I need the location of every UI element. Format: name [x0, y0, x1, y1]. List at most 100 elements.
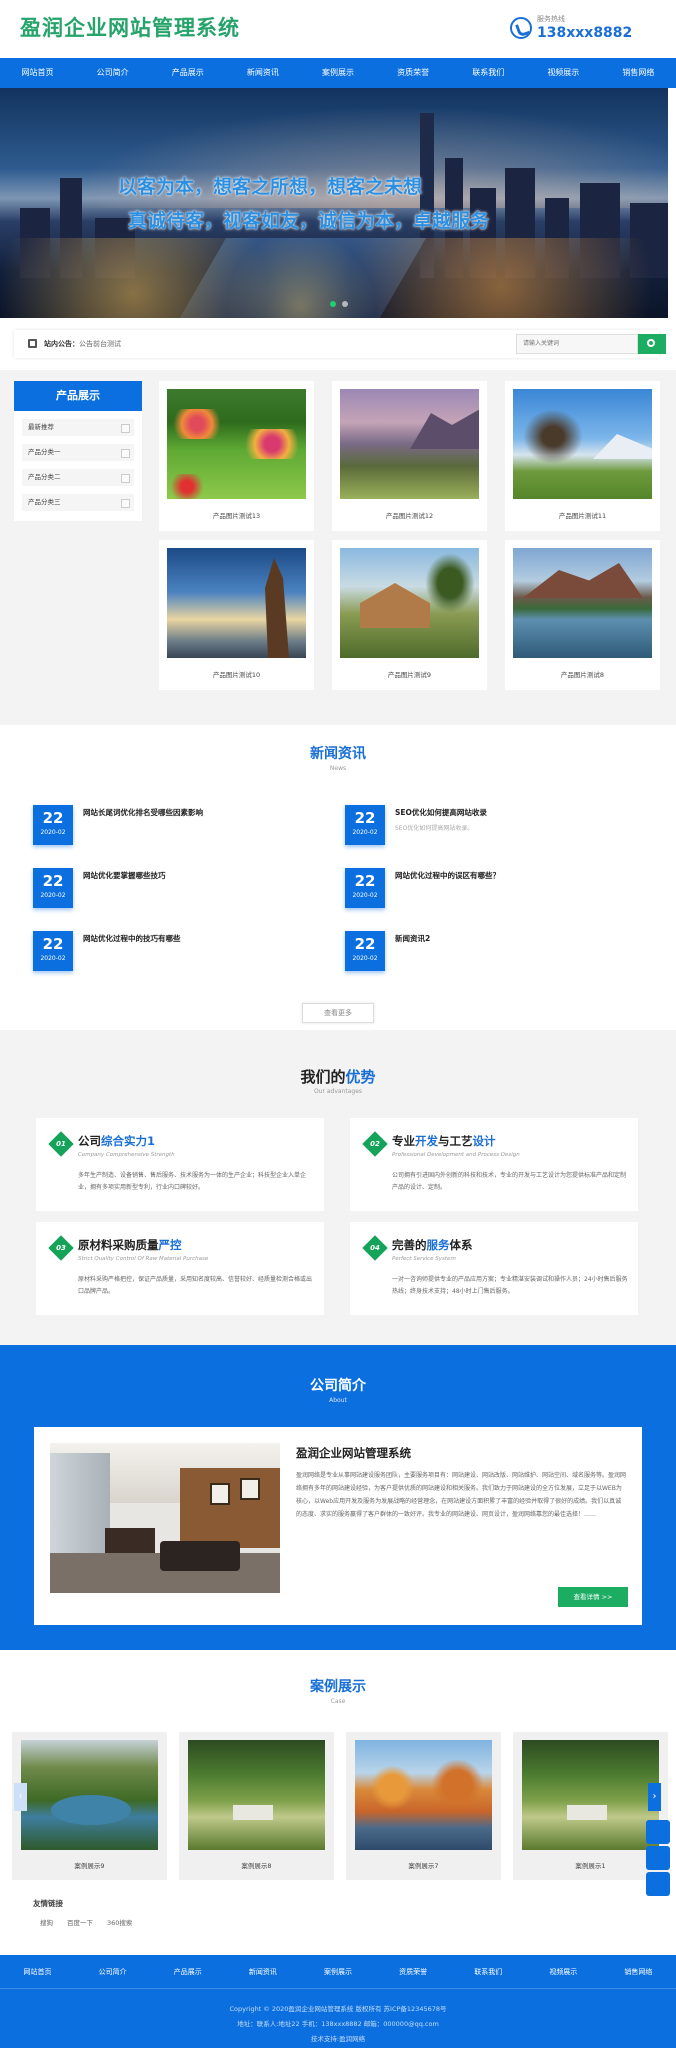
footer-copyright: Copyright © 2020盈润企业网站管理系统 版权所有 苏ICP备123…: [229, 2005, 447, 2013]
product-card[interactable]: 产品图片测试8: [505, 540, 660, 690]
nav-news[interactable]: 新闻资讯: [225, 58, 300, 88]
banner-dot-2[interactable]: [342, 301, 348, 307]
news-item[interactable]: 22 2020-02 网站优化过程中的技巧有哪些: [33, 931, 323, 979]
product-category-1[interactable]: 产品分类一: [22, 444, 134, 461]
footer-nav-cases[interactable]: 案例展示: [300, 1967, 375, 1977]
news-item-title[interactable]: 新闻资讯2: [395, 933, 430, 944]
footer-nav-news[interactable]: 新闻资讯: [225, 1967, 300, 1977]
news-more-button[interactable]: 查看更多: [302, 1003, 374, 1023]
case-image[interactable]: [522, 1740, 659, 1850]
product-card[interactable]: 产品图片测试13: [159, 381, 314, 531]
footer-nav-about[interactable]: 公司简介: [75, 1967, 150, 1977]
advantages-subtitle: Our advantages: [313, 1088, 363, 1095]
footer-nav-products[interactable]: 产品展示: [150, 1967, 225, 1977]
footer-nav-videos[interactable]: 视频展示: [526, 1967, 601, 1977]
product-image[interactable]: [167, 548, 306, 658]
product-caption[interactable]: 产品图片测试8: [505, 669, 660, 679]
product-image[interactable]: [340, 389, 479, 499]
main-nav: 网站首页 公司简介 产品展示 新闻资讯 案例展示 资质荣誉 联系我们 视频展示 …: [0, 58, 676, 88]
news-item-title[interactable]: 网站优化过程中的技巧有哪些: [83, 933, 181, 944]
footer-divider: [0, 1988, 676, 1989]
news-item-title[interactable]: 网站长尾词优化排名受哪些因素影响: [83, 807, 203, 818]
nav-honors[interactable]: 资质荣誉: [376, 58, 451, 88]
nav-about[interactable]: 公司简介: [75, 58, 150, 88]
cases-subtitle: Case: [330, 1698, 346, 1705]
product-category-latest[interactable]: 最新推荐: [22, 419, 134, 436]
case-image[interactable]: [21, 1740, 158, 1850]
news-title: 新闻资讯: [310, 746, 366, 762]
footer-nav-sales-network[interactable]: 销售网络: [601, 1967, 676, 1977]
news-item[interactable]: 22 2020-02 新闻资讯2: [345, 931, 635, 979]
phone-float-icon[interactable]: [646, 1846, 670, 1870]
advantage-subtitle-en: Strict Quality Control Of Raw Material P…: [78, 1256, 209, 1262]
advantage-title: 公司综合实力1: [78, 1134, 156, 1148]
news-item[interactable]: 22 2020-02 网站优化过程中的误区有哪些？: [345, 868, 635, 916]
product-caption[interactable]: 产品图片测试13: [159, 510, 314, 520]
news-item[interactable]: 22 2020-02 网站优化要掌握哪些技巧: [33, 868, 323, 916]
hero-banner[interactable]: 以客为本，想客之所想，想客之未想 真诚待客，视客如友，诚信为本，卓越服务: [0, 88, 668, 318]
product-image[interactable]: [340, 548, 479, 658]
nav-home[interactable]: 网站首页: [0, 58, 75, 88]
qq-float-icon[interactable]: [646, 1820, 670, 1844]
nav-sales-network[interactable]: 销售网络: [601, 58, 676, 88]
notice-content[interactable]: 公告前台测试: [79, 340, 121, 348]
case-card[interactable]: 案例展示9: [12, 1732, 167, 1880]
footer-contact: 地址：联系人:地址22 手机：138xxx8882 邮箱：000000@qq.c…: [237, 2020, 439, 2028]
product-image[interactable]: [513, 548, 652, 658]
about-details-button[interactable]: 查看详情 >>: [558, 1587, 628, 1607]
news-item-title[interactable]: SEO优化如何提高网站收录: [395, 807, 487, 818]
cases-next-arrow[interactable]: ›: [648, 1783, 661, 1811]
friend-link[interactable]: 360搜索: [107, 1917, 132, 1927]
friend-link[interactable]: 搜狗: [40, 1917, 53, 1927]
case-card[interactable]: 案例展示8: [179, 1732, 334, 1880]
search-button[interactable]: [638, 334, 666, 354]
banner-dot-1[interactable]: [330, 301, 336, 307]
search-input[interactable]: [516, 334, 638, 354]
product-caption[interactable]: 产品图片测试10: [159, 669, 314, 679]
product-sidebar: 产品展示 最新推荐 产品分类一 产品分类二 产品分类三: [14, 381, 142, 521]
case-card[interactable]: 案例展示7: [346, 1732, 501, 1880]
advantage-title: 专业开发与工艺设计: [392, 1134, 496, 1148]
banner-slogan-2: 真诚待客，视客如友，诚信为本，卓越服务: [128, 210, 490, 232]
case-card[interactable]: 案例展示1: [513, 1732, 668, 1880]
product-image[interactable]: [167, 389, 306, 499]
search-icon: [647, 339, 655, 347]
product-caption[interactable]: 产品图片测试9: [332, 669, 487, 679]
news-item-title[interactable]: 网站优化要掌握哪些技巧: [83, 870, 166, 881]
advantage-desc: 一对一咨询师提供专业的产品应用方案；专业精湛安装调试和操作人员；24小时售后服务…: [392, 1276, 628, 1295]
product-category-2[interactable]: 产品分类二: [22, 469, 134, 486]
news-item[interactable]: 22 2020-02 SEO优化如何提高网站收录 SEO优化如何提高网站收录。: [345, 805, 635, 853]
nav-cases[interactable]: 案例展示: [300, 58, 375, 88]
product-card[interactable]: 产品图片测试11: [505, 381, 660, 531]
case-caption[interactable]: 案例展示8: [179, 1860, 334, 1870]
footer-nav-honors[interactable]: 资质荣誉: [376, 1967, 451, 1977]
nav-contact[interactable]: 联系我们: [451, 58, 526, 88]
advantage-desc: 多年生产制造、设备销售、售后服务、技术服务为一体的生产企业；科技型企业入单企业，…: [78, 1172, 307, 1191]
case-caption[interactable]: 案例展示7: [346, 1860, 501, 1870]
case-caption[interactable]: 案例展示1: [513, 1860, 668, 1870]
product-image[interactable]: [513, 389, 652, 499]
wechat-float-icon[interactable]: [646, 1872, 670, 1896]
news-date: 22 2020-02: [33, 868, 73, 908]
site-logo[interactable]: 盈润企业网站管理系统: [20, 12, 240, 42]
case-caption[interactable]: 案例展示9: [12, 1860, 167, 1870]
product-caption[interactable]: 产品图片测试12: [332, 510, 487, 520]
nav-products[interactable]: 产品展示: [150, 58, 225, 88]
product-category-3[interactable]: 产品分类三: [22, 494, 134, 511]
case-image[interactable]: [188, 1740, 325, 1850]
cases-prev-arrow[interactable]: ‹: [14, 1783, 27, 1811]
product-card[interactable]: 产品图片测试9: [332, 540, 487, 690]
product-card[interactable]: 产品图片测试12: [332, 381, 487, 531]
news-item-title[interactable]: 网站优化过程中的误区有哪些？: [395, 870, 500, 881]
footer-nav-home[interactable]: 网站首页: [0, 1967, 75, 1977]
news-date: 22 2020-02: [33, 931, 73, 971]
news-item[interactable]: 22 2020-02 网站长尾词优化排名受哪些因素影响: [33, 805, 323, 853]
about-text: 盈润网络是专业从事网站建设服务团队，主要服务项目有：网站建设、网站改版、网站维护…: [296, 1472, 627, 1518]
footer-nav-contact[interactable]: 联系我们: [451, 1967, 526, 1977]
nav-videos[interactable]: 视频展示: [526, 58, 601, 88]
friend-links: 搜狗 百度一下 360搜索: [40, 1917, 132, 1927]
case-image[interactable]: [355, 1740, 492, 1850]
product-card[interactable]: 产品图片测试10: [159, 540, 314, 690]
friend-link[interactable]: 百度一下: [67, 1917, 93, 1927]
product-caption[interactable]: 产品图片测试11: [505, 510, 660, 520]
